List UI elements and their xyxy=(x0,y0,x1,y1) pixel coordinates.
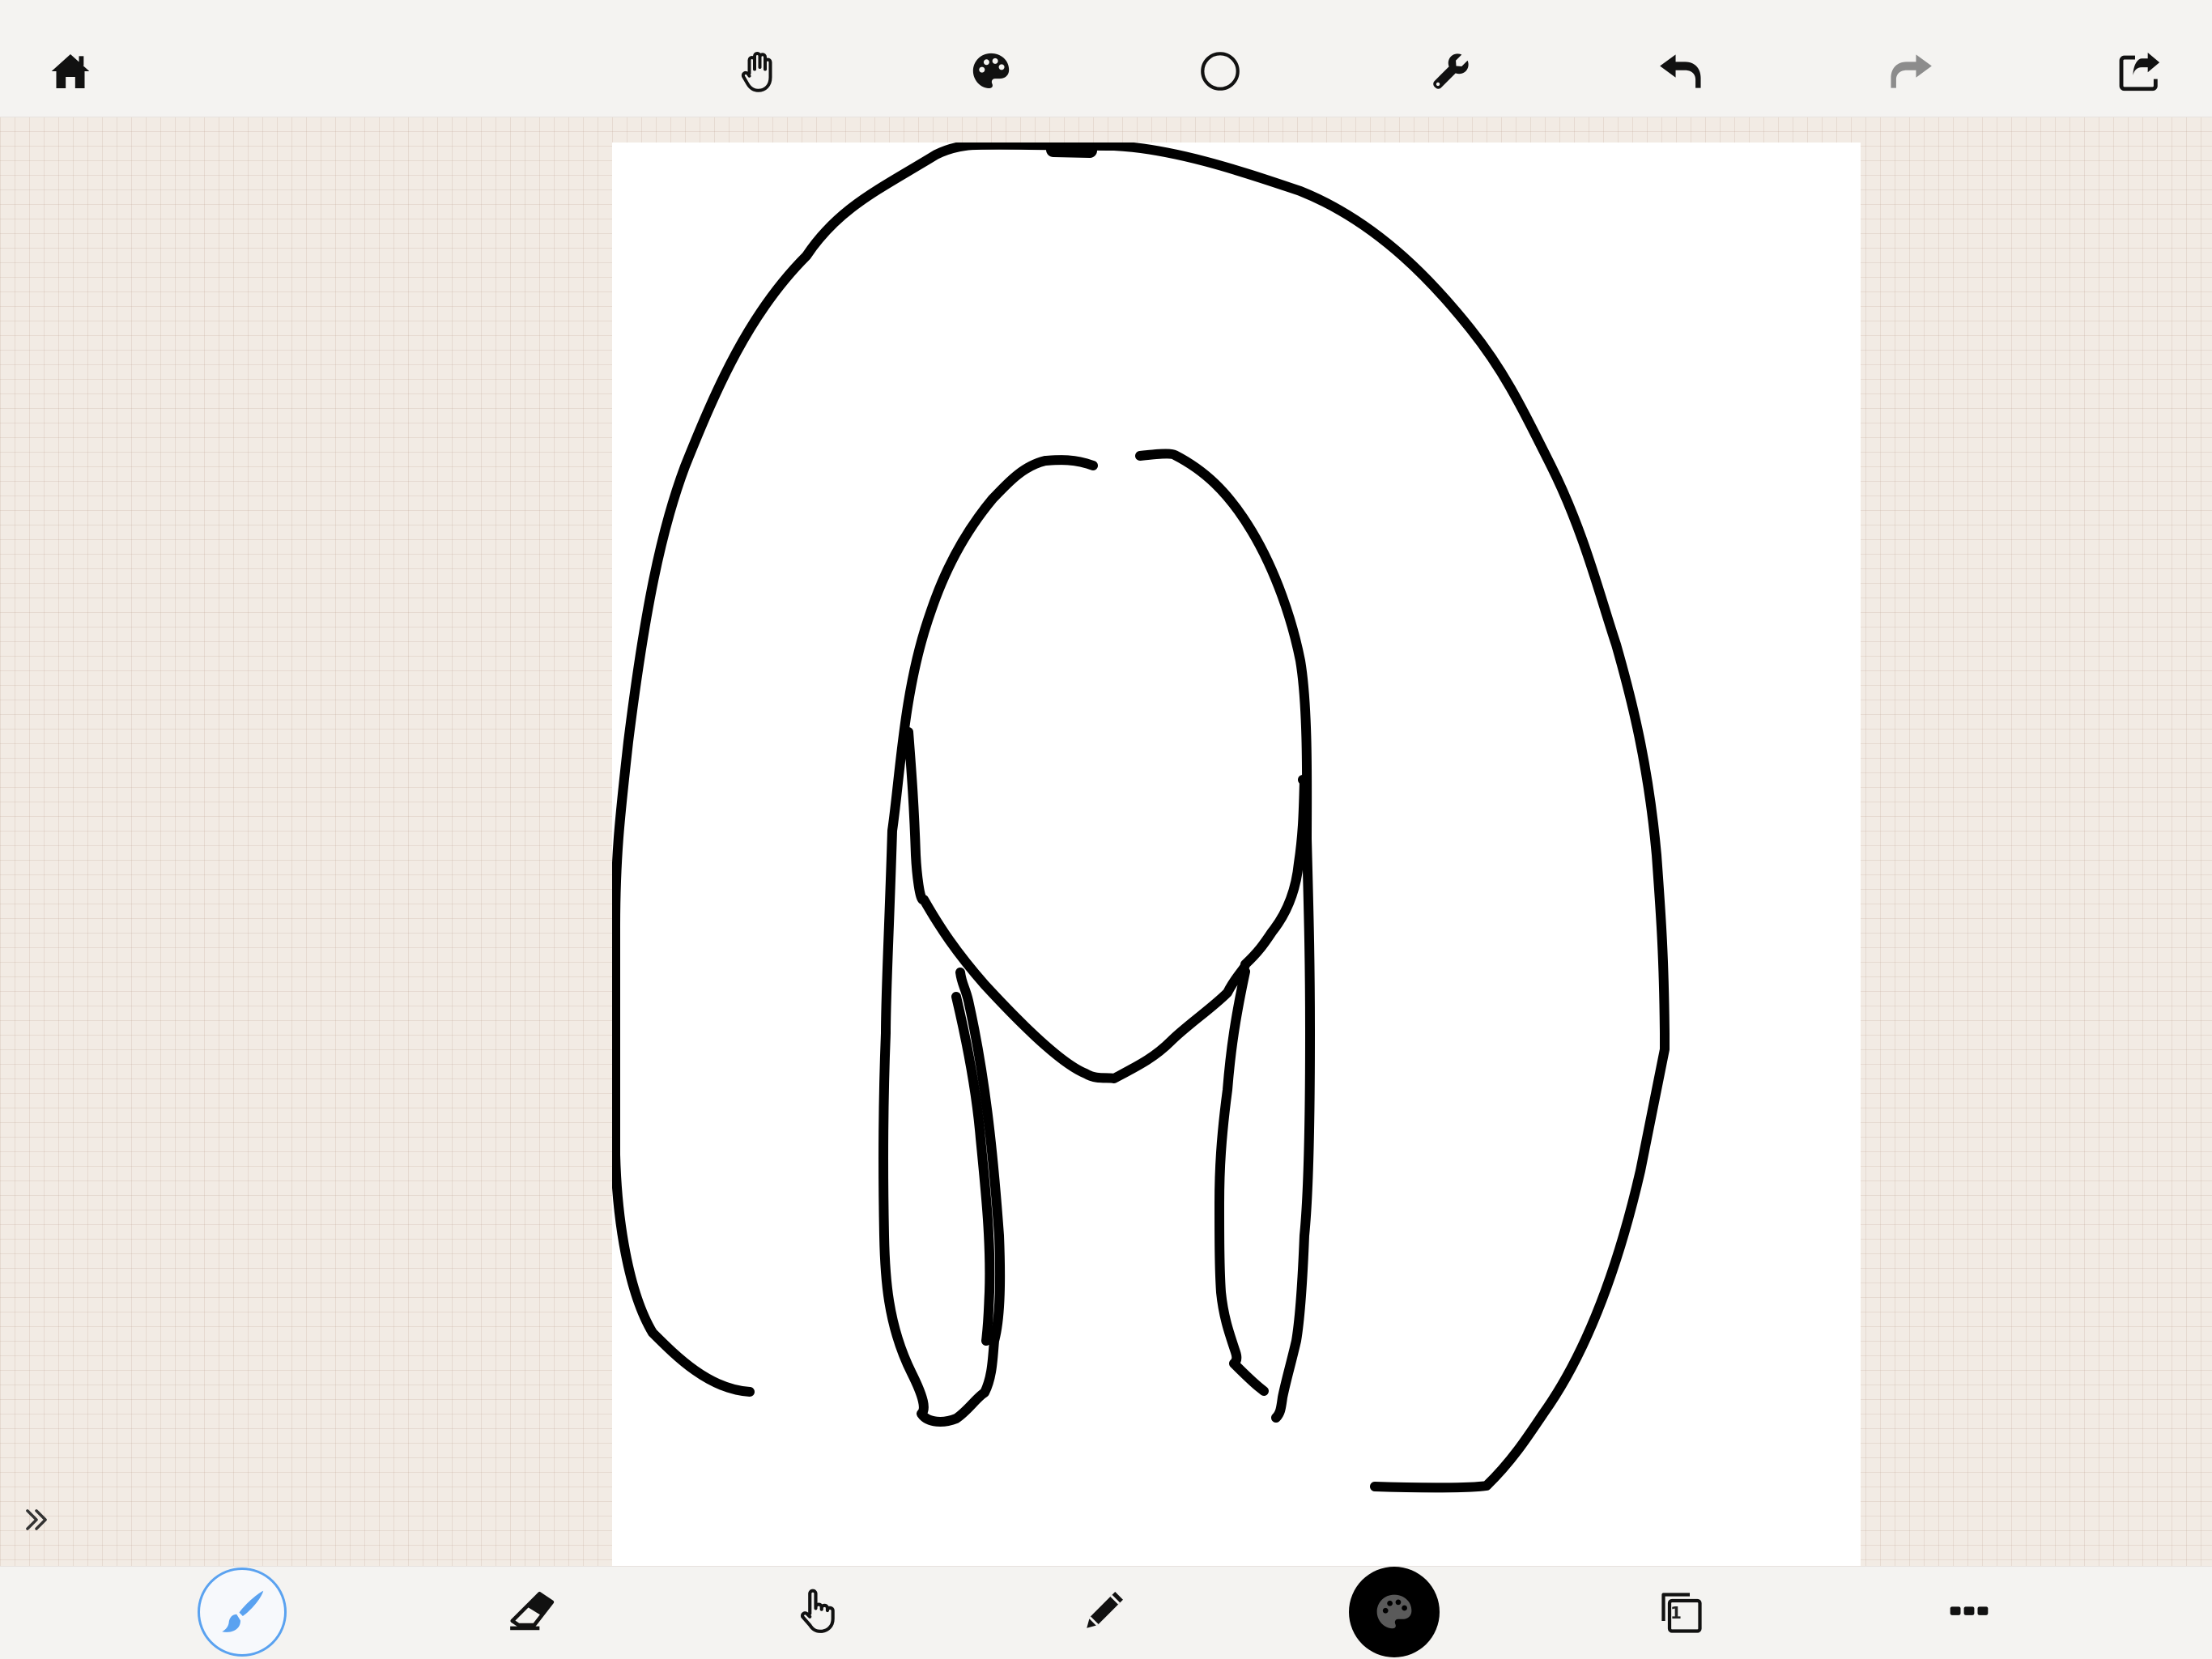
settings-button[interactable] xyxy=(1414,35,1487,108)
layer-count-badge: 1 xyxy=(1670,1603,1682,1623)
redo-icon xyxy=(1891,54,1932,88)
hair-top-mark xyxy=(1046,143,1097,158)
hair-inner-right-stroke xyxy=(1135,449,1315,1423)
pencil-icon xyxy=(1087,1592,1123,1628)
wrench-icon xyxy=(1433,53,1469,89)
finger-icon xyxy=(800,1589,835,1633)
more-options-button[interactable] xyxy=(1933,1574,2006,1647)
move-button[interactable] xyxy=(723,35,796,108)
undo-icon xyxy=(1660,54,1701,88)
double-chevron-right-icon xyxy=(26,1509,47,1530)
palette-icon xyxy=(1376,1594,1412,1629)
undo-button[interactable] xyxy=(1644,35,1717,108)
color-picker-button[interactable] xyxy=(1349,1567,1440,1657)
home-button[interactable] xyxy=(34,35,107,108)
home-icon xyxy=(51,54,90,88)
selection-button[interactable] xyxy=(1184,35,1257,108)
drawing-canvas[interactable] xyxy=(612,143,1861,1566)
pencil-tool-button[interactable] xyxy=(1068,1574,1141,1647)
share-button[interactable] xyxy=(2104,35,2176,108)
sketch-drawing xyxy=(612,143,1670,1493)
eraser-icon xyxy=(510,1592,555,1631)
hand-icon xyxy=(741,52,772,92)
share-icon xyxy=(2119,53,2160,91)
sidebar-expand-button[interactable] xyxy=(15,1499,58,1540)
brush-tool-button[interactable] xyxy=(198,1568,287,1657)
more-icon xyxy=(1950,1606,1989,1615)
hair-outer-stroke xyxy=(612,143,1670,1493)
palette-icon xyxy=(972,53,1010,88)
redo-button[interactable] xyxy=(1874,35,1947,108)
top-toolbar xyxy=(0,0,2212,117)
eraser-tool-button[interactable] xyxy=(495,1574,568,1647)
smudge-tool-button[interactable] xyxy=(780,1574,853,1647)
circle-icon xyxy=(1201,52,1240,91)
adjustments-button[interactable] xyxy=(955,35,1027,108)
neck-right-stroke xyxy=(1214,967,1269,1396)
brush-icon xyxy=(222,1590,264,1632)
